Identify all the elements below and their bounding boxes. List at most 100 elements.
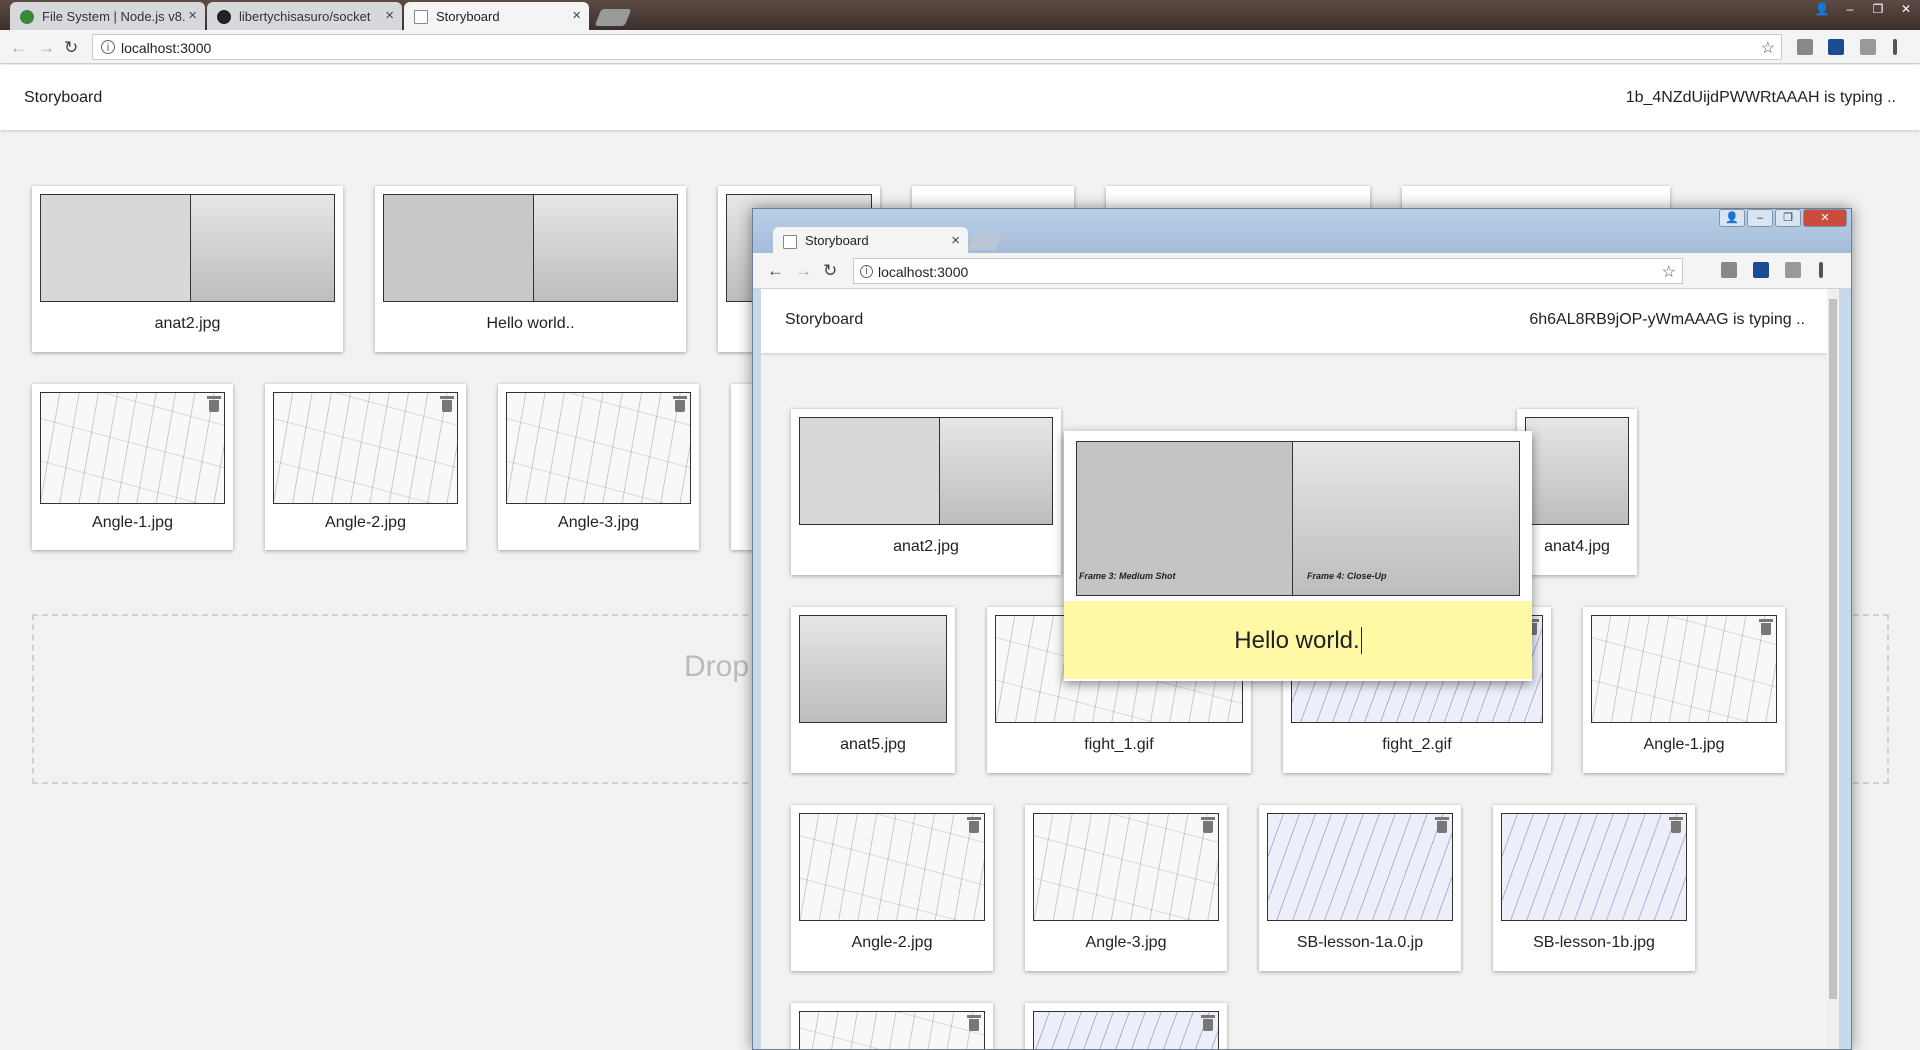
tab-title: Storyboard [805,233,869,248]
trash-icon[interactable] [1201,817,1215,833]
card-label: anat4.jpg [1544,538,1610,555]
frame-caption: Frame 4: Close-Up [1307,571,1387,581]
minimize-button[interactable]: – [1836,0,1864,20]
forward-arrow-icon[interactable]: → [38,38,55,58]
address-toolbar: ← → ↻ i localhost:3000 ☆ [753,253,1851,289]
storyboard-card[interactable]: anat4.jpg [1517,409,1637,575]
reload-icon[interactable]: ↻ [823,261,837,281]
url-text: localhost:3000 [121,40,212,56]
tab-title: libertychisasuro/socket [239,9,371,24]
typing-status: 6h6AL8RB9jOP-yWmAAAG is typing .. [1529,311,1805,328]
trash-icon[interactable] [967,1015,981,1031]
storyboard-card[interactable]: Angle-1.jpg [32,384,233,550]
new-tab-button[interactable] [594,9,632,26]
profile-icon[interactable]: 👤 [1719,209,1745,227]
tab-storyboard[interactable]: Storyboard × [773,227,968,253]
url-text: localhost:3000 [878,264,969,280]
trash-icon[interactable] [1201,1015,1215,1031]
trash-icon[interactable] [1435,817,1449,833]
storyboard-card[interactable]: Angle-2.jpg [791,805,993,971]
vertical-scrollbar[interactable] [1827,289,1839,1049]
card-thumbnail [1033,813,1219,921]
url-bar[interactable]: i localhost:3000 ☆ [853,258,1683,284]
card-label: Angle-1.jpg [1643,736,1725,753]
tab-github[interactable]: libertychisasuro/socket × [207,2,402,30]
card-thumbnail [506,392,691,504]
back-arrow-icon[interactable]: ← [10,38,27,58]
card-thumbnail [799,1011,985,1049]
menu-icon[interactable] [1819,262,1823,278]
chart-extension-icon[interactable] [1753,262,1769,278]
url-bar[interactable]: i localhost:3000 ☆ [92,34,1782,60]
caption-input[interactable]: Hello world. [1064,601,1532,679]
storyboard-card[interactable]: Angle-3.jpg [1025,805,1227,971]
forward-arrow-icon[interactable]: → [795,261,812,281]
storyboard-card[interactable]: SB-lesson-1a.0.jp [1259,805,1461,971]
maximize-button[interactable]: ❐ [1864,0,1892,20]
tab-file-system[interactable]: File System | Node.js v8. × [10,2,205,30]
tab-storyboard[interactable]: Storyboard × [404,2,589,30]
typing-status: 1b_4NZdUijdPWWRtAAAH is typing .. [1625,89,1896,106]
card-label: fight_1.gif [1084,736,1154,753]
card-label: anat2.jpg [154,315,221,332]
card-label: Angle-2.jpg [851,934,933,951]
storyboard-card[interactable]: SB-lesson-1b.jpg [1493,805,1695,971]
bookmark-star-icon[interactable]: ☆ [1761,38,1775,58]
card-thumbnail [40,392,225,504]
storyboard-card[interactable]: anat5.jpg [791,607,955,773]
storyboard-card[interactable]: anat2.jpg [791,409,1061,575]
chart-extension-icon[interactable] [1828,39,1844,55]
trash-icon[interactable] [1759,619,1773,635]
trash-icon[interactable] [207,396,221,412]
extension-icon[interactable] [1785,262,1801,278]
close-tab-icon[interactable]: × [385,7,394,24]
storyboard-card[interactable] [1025,1003,1227,1049]
trash-icon[interactable] [440,396,454,412]
close-tab-icon[interactable]: × [951,232,960,249]
github-favicon-icon [217,10,231,24]
storyboard-card[interactable]: anat2.jpg [32,186,343,352]
close-window-button[interactable]: ✕ [1803,209,1847,227]
storyboard-card[interactable]: Angle-3.jpg [498,384,699,550]
close-tab-icon[interactable]: × [572,7,581,24]
second-window-page: Storyboard 6h6AL8RB9jOP-yWmAAAG is typin… [761,289,1839,1049]
camera-extension-icon[interactable] [1797,39,1813,55]
window-controls: 👤 – ❐ ✕ [1808,0,1920,20]
close-tab-icon[interactable]: × [188,7,197,24]
trash-icon[interactable] [1669,817,1683,833]
reload-icon[interactable]: ↻ [64,38,78,58]
camera-extension-icon[interactable] [1721,262,1737,278]
menu-icon[interactable] [1893,39,1897,55]
card-thumbnail [799,813,985,921]
storyboard-card[interactable]: Angle-1.jpg [1583,607,1785,773]
address-toolbar: ← → ↻ i localhost:3000 ☆ [0,30,1920,64]
minimize-button[interactable]: – [1747,209,1773,227]
scrollbar-thumb[interactable] [1829,299,1837,999]
card-thumbnail [1501,813,1687,921]
caption-input-value: Hello world. [1234,627,1360,654]
trash-icon[interactable] [967,817,981,833]
extension-icon[interactable] [1860,39,1876,55]
site-info-icon[interactable]: i [860,265,873,278]
card-label: Angle-3.jpg [558,514,639,531]
trash-icon[interactable] [673,396,687,412]
popup-thumbnail: Frame 3: Medium Shot Frame 4: Close-Up [1076,441,1520,596]
new-tab-button[interactable] [967,234,1003,250]
storyboard-card[interactable]: Angle-2.jpg [265,384,466,550]
card-thumbnail [1591,615,1777,723]
profile-icon[interactable]: 👤 [1808,0,1836,20]
card-label: fight_2.gif [1382,736,1452,753]
card-thumbnail [1525,417,1629,525]
site-info-icon[interactable]: i [101,40,115,54]
storyboard-card[interactable] [791,1003,993,1049]
card-thumbnail [799,615,947,723]
maximize-button[interactable]: ❐ [1775,209,1801,227]
card-thumbnail [40,194,335,302]
window-titlebar: Storyboard × 👤 – ❐ ✕ [753,209,1851,253]
storyboard-card[interactable]: Hello world.. [375,186,686,352]
page-title: Storyboard [785,311,864,328]
card-thumbnail [383,194,678,302]
close-window-button[interactable]: ✕ [1892,0,1920,20]
back-arrow-icon[interactable]: ← [767,261,784,281]
bookmark-star-icon[interactable]: ☆ [1662,262,1676,282]
